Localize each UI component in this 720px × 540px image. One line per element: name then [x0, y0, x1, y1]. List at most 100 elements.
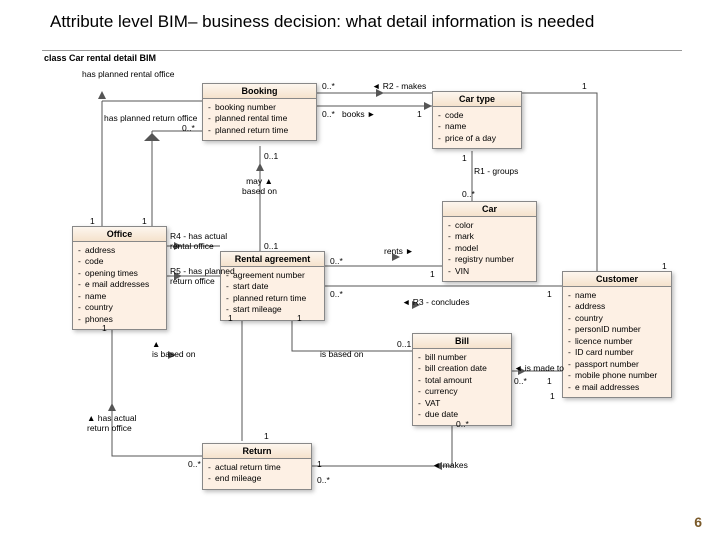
attr: agreement number — [225, 270, 320, 281]
mult: 0..* — [330, 256, 343, 266]
attr: end mileage — [207, 473, 307, 484]
page-number: 6 — [694, 514, 702, 530]
assoc-label: R1 - groups — [474, 166, 518, 176]
assoc-label: R4 - has actualrental office — [170, 231, 227, 251]
class-title: Car type — [433, 92, 521, 107]
mult: 1 — [417, 109, 422, 119]
attr: name — [437, 121, 517, 132]
assoc-label: ◄ is made to — [514, 363, 564, 373]
attr: VIN — [447, 266, 532, 277]
attr: e mail addresses — [77, 279, 162, 290]
class-car: Car color mark model registry number VIN — [442, 201, 537, 282]
attr: bill number — [417, 352, 507, 363]
mult: 0..* — [182, 123, 195, 133]
mult: 0..1 — [264, 151, 278, 161]
assoc-label: rents ► — [384, 246, 414, 256]
attr: start mileage — [225, 304, 320, 315]
attr: name — [77, 291, 162, 302]
attr: country — [77, 302, 162, 313]
slide-title: Attribute level BIM– business decision: … — [50, 12, 594, 32]
mult: 1 — [297, 313, 302, 323]
attr: model — [447, 243, 532, 254]
class-bill: Bill bill number bill creation date tota… — [412, 333, 512, 426]
mult: 0..* — [514, 376, 527, 386]
class-title: Rental agreement — [221, 252, 324, 267]
attr: total amount — [417, 375, 507, 386]
attr: price of a day — [437, 133, 517, 144]
attr: code — [437, 110, 517, 121]
class-customer: Customer name address country personID n… — [562, 271, 672, 398]
mult: 0..1 — [397, 339, 411, 349]
mult: 1 — [264, 431, 269, 441]
assoc-label: has planned rental office — [82, 69, 174, 79]
assoc-label: books ► — [342, 109, 375, 119]
assoc-label: ▲is based on — [152, 339, 195, 359]
assoc-label: R5 - has plannedreturn office — [170, 266, 235, 286]
class-title: Bill — [413, 334, 511, 349]
attr: color — [447, 220, 532, 231]
assoc-label: ◄ makes — [432, 460, 468, 470]
class-title: Return — [203, 444, 311, 459]
attr: phones — [77, 314, 162, 325]
assoc-label: is based on — [320, 349, 363, 359]
class-title: Car — [443, 202, 536, 217]
class-cartype: Car type code name price of a day — [432, 91, 522, 149]
attr: registry number — [447, 254, 532, 265]
attr: name — [567, 290, 667, 301]
mult: 1 — [90, 216, 95, 226]
attr: e mail addresses — [567, 382, 667, 393]
diagram-label: class Car rental detail BIM — [44, 53, 156, 63]
mult: 1 — [582, 81, 587, 91]
class-title: Booking — [203, 84, 316, 99]
mult: 1 — [462, 153, 467, 163]
attr: booking number — [207, 102, 312, 113]
assoc-label: ▲ has actualreturn office — [87, 413, 137, 433]
attr: mark — [447, 231, 532, 242]
mult: 0..* — [456, 419, 469, 429]
attr: passport number — [567, 359, 667, 370]
mult: 1 — [662, 261, 667, 271]
attr: planned rental time — [207, 113, 312, 124]
class-title: Customer — [563, 272, 671, 287]
mult: 0..* — [322, 81, 335, 91]
mult: 0..* — [462, 189, 475, 199]
attr: currency — [417, 386, 507, 397]
attr: actual return time — [207, 462, 307, 473]
attr: address — [567, 301, 667, 312]
attr: VAT — [417, 398, 507, 409]
attr: planned return time — [225, 293, 320, 304]
assoc-label: ◄ R3 - concludes — [402, 297, 469, 307]
mult: 1 — [430, 269, 435, 279]
assoc-label: may ▲based on — [242, 176, 277, 196]
mult: 1 — [550, 391, 555, 401]
class-rental: Rental agreement agreement number start … — [220, 251, 325, 321]
mult: 1 — [142, 216, 147, 226]
mult: 1 — [102, 323, 107, 333]
mult: 0..* — [330, 289, 343, 299]
attr: ID card number — [567, 347, 667, 358]
mult: 1 — [228, 313, 233, 323]
mult: 1 — [317, 459, 322, 469]
mult: 1 — [547, 376, 552, 386]
mult: 0..1 — [264, 241, 278, 251]
class-office: Office address code opening times e mail… — [72, 226, 167, 330]
attr: personID number — [567, 324, 667, 335]
mult: 0..* — [322, 109, 335, 119]
mult: 0..* — [317, 475, 330, 485]
attr: bill creation date — [417, 363, 507, 374]
mult: 0..* — [188, 459, 201, 469]
class-booking: Booking booking number planned rental ti… — [202, 83, 317, 141]
assoc-label: has planned return office — [104, 113, 197, 123]
assoc-label: ◄ R2 - makes — [372, 81, 426, 91]
mult: 1 — [547, 289, 552, 299]
attr: start date — [225, 281, 320, 292]
attr: code — [77, 256, 162, 267]
attr: country — [567, 313, 667, 324]
uml-diagram: class Car rental detail BIM — [42, 50, 682, 510]
attr: licence number — [567, 336, 667, 347]
attr: mobile phone number — [567, 370, 667, 381]
attr: opening times — [77, 268, 162, 279]
class-return: Return actual return time end mileage — [202, 443, 312, 490]
attr: planned return time — [207, 125, 312, 136]
attr: address — [77, 245, 162, 256]
